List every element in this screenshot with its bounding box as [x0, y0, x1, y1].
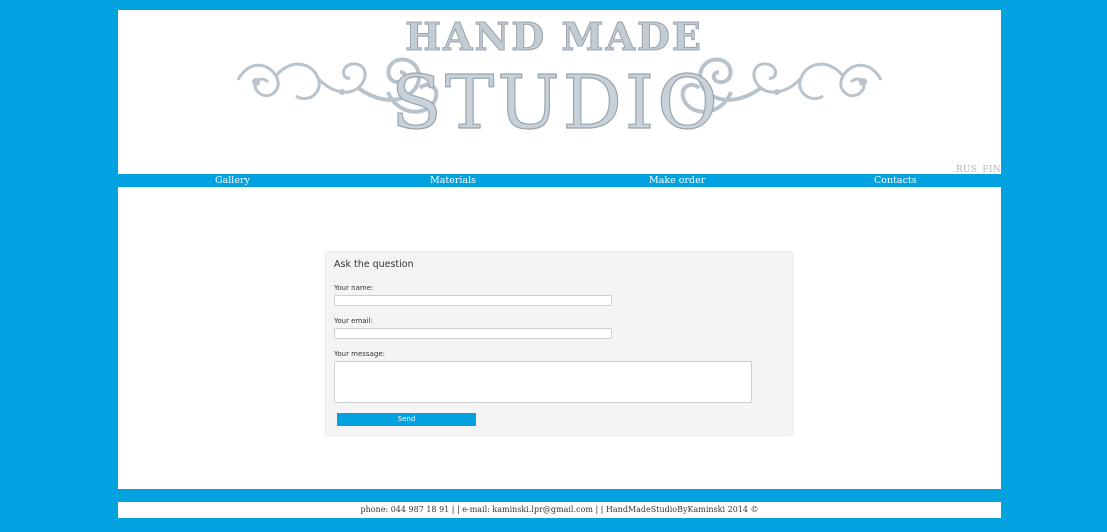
- logo-line-1: HAND MADE: [405, 14, 703, 59]
- lang-rus-link[interactable]: RUS: [956, 165, 977, 175]
- nav-item-materials[interactable]: Materials: [430, 175, 476, 186]
- hand-made-studio-logo: HAND MADE STUDIO: [236, 14, 883, 147]
- language-switcher: RUS FIN: [954, 165, 1001, 175]
- email-label: Your email:: [334, 317, 373, 325]
- main-navigation: Gallery Materials Make order Contacts: [118, 175, 1001, 186]
- email-input[interactable]: [334, 328, 612, 339]
- site-footer: phone: 044 987 18 91 | | e-mail: kaminsk…: [118, 502, 1001, 518]
- site-header: HAND MADE STUDIO RUS FIN: [118, 10, 1001, 175]
- message-textarea[interactable]: [334, 361, 752, 403]
- lang-fin-link[interactable]: FIN: [982, 165, 1001, 175]
- name-label: Your name:: [334, 284, 374, 292]
- question-form: Ask the question Your name: Your email: …: [326, 252, 792, 435]
- nav-item-contacts[interactable]: Contacts: [874, 175, 917, 186]
- form-title: Ask the question: [334, 259, 414, 270]
- send-button[interactable]: Send: [337, 413, 476, 426]
- main-content: Ask the question Your name: Your email: …: [118, 187, 1001, 489]
- logo-line-2: STUDIO: [391, 60, 721, 146]
- nav-item-gallery[interactable]: Gallery: [215, 175, 250, 186]
- message-label: Your message:: [334, 350, 385, 358]
- name-input[interactable]: [334, 295, 612, 306]
- nav-item-make-order[interactable]: Make order: [649, 175, 705, 186]
